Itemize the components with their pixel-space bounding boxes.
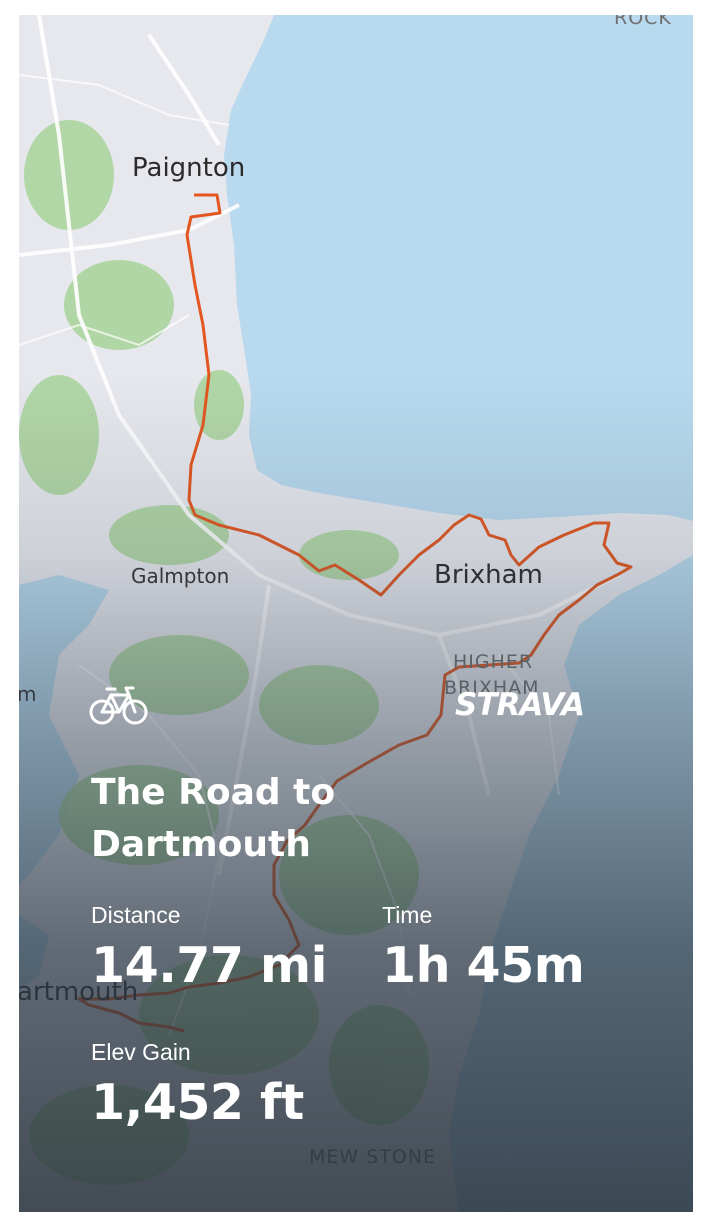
map-label-brixham: Brixham	[434, 560, 543, 590]
map-label-paignton: Paignton	[132, 153, 246, 183]
time-value: 1h 45m	[382, 937, 585, 994]
map-label-fragment-m: m	[19, 682, 37, 706]
distance-value: 14.77 mi	[91, 937, 327, 994]
activity-share-card: Paignton Galmpton Brixham HIGHER BRIXHAM…	[19, 15, 693, 1212]
bike-icon	[89, 686, 148, 725]
map-label-galmpton: Galmpton	[131, 564, 230, 588]
distance-label: Distance	[91, 902, 181, 928]
time-label: Time	[382, 902, 433, 928]
elev-gain-value: 1,452 ft	[91, 1074, 304, 1131]
strava-logo: STRAVA	[455, 687, 585, 723]
elev-gain-label: Elev Gain	[91, 1039, 191, 1065]
map-label-rock: ROCK	[614, 15, 672, 29]
map-label-higher: HIGHER	[453, 651, 534, 673]
map-label-mew-stone: MEW STONE	[309, 1146, 437, 1168]
route-map[interactable]	[19, 15, 693, 1212]
activity-title: The Road to Dartmouth	[91, 772, 336, 865]
